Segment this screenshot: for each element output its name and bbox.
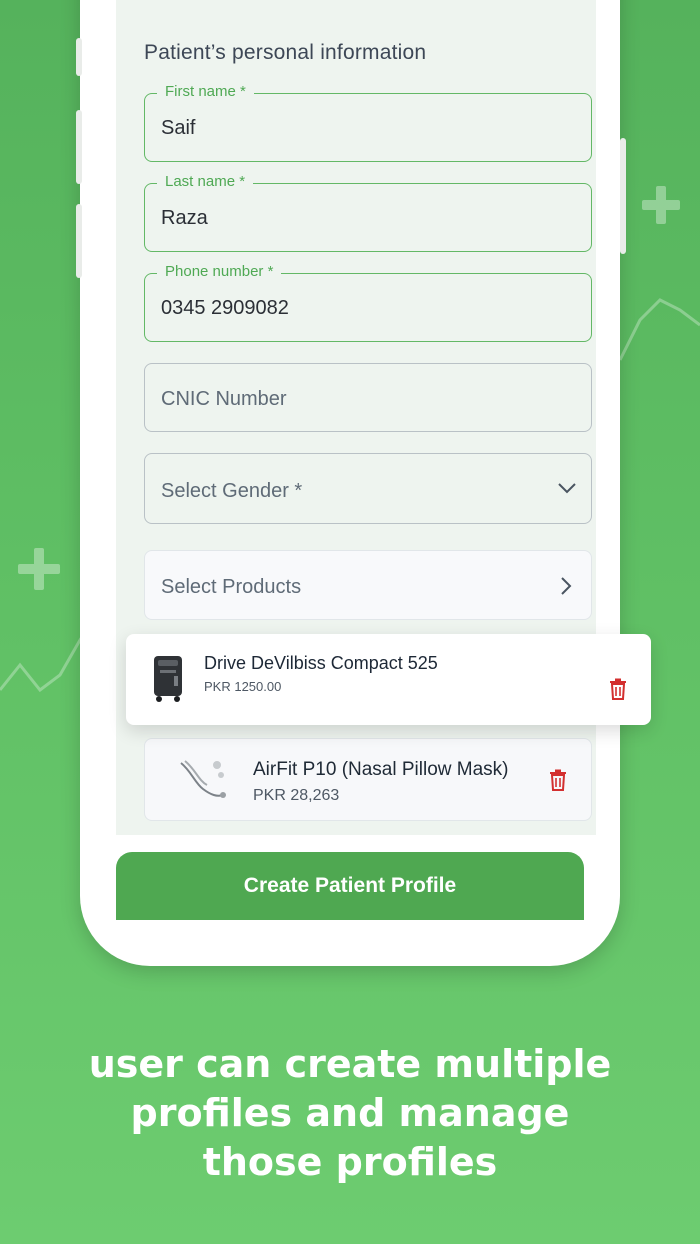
phone-number-label: Phone number * <box>157 263 282 280</box>
nasal-mask-image <box>180 760 226 798</box>
phone-side-button <box>76 204 82 278</box>
cnic-placeholder: CNIC Number <box>161 388 287 410</box>
oxygen-concentrator-image <box>154 656 182 702</box>
product-name: Drive DeVilbiss Compact 525 <box>204 653 438 673</box>
product-card: AirFit P10 (Nasal Pillow Mask) PKR 28,26… <box>144 738 592 821</box>
last-name-label: Last name * <box>157 173 254 190</box>
caption-line: those profiles <box>202 1140 498 1184</box>
caption-line: user can create multiple <box>88 1042 612 1086</box>
section-title: Patient’s personal information <box>144 41 427 64</box>
phone-side-button <box>76 110 82 184</box>
select-products-button[interactable]: Select Products <box>144 550 592 620</box>
product-card-highlighted: Drive DeVilbiss Compact 525 PKR 1250.00 <box>126 634 651 725</box>
cnic-number-field[interactable]: CNIC Number <box>144 363 592 432</box>
caption-line: profiles and manage <box>130 1091 570 1135</box>
phone-screen: Patient’s personal information First nam… <box>98 0 604 934</box>
first-name-field[interactable]: First name * Saif <box>144 83 592 162</box>
phone-number-field[interactable]: Phone number * 0345 2909082 <box>144 263 592 342</box>
phone-number-value: 0345 2909082 <box>161 297 289 319</box>
phone-side-button <box>620 138 626 254</box>
trash-icon[interactable] <box>609 678 627 700</box>
first-name-label: First name * <box>157 83 254 100</box>
plus-icon <box>18 548 60 590</box>
chevron-down-icon <box>558 483 576 494</box>
phone-side-button <box>76 38 82 76</box>
last-name-field[interactable]: Last name * Raza <box>144 173 592 252</box>
create-patient-profile-button[interactable]: Create Patient Profile <box>116 852 584 920</box>
trash-icon[interactable] <box>549 769 567 791</box>
product-price: PKR 28,263 <box>253 787 340 804</box>
gender-placeholder: Select Gender * <box>161 480 303 502</box>
heartbeat-line <box>618 298 700 361</box>
product-price: PKR 1250.00 <box>204 679 282 694</box>
gender-select[interactable]: Select Gender * <box>144 453 592 524</box>
promo-caption: user can create multiple profiles and ma… <box>0 1040 700 1187</box>
product-name: AirFit P10 (Nasal Pillow Mask) <box>253 759 509 780</box>
first-name-value: Saif <box>161 117 196 139</box>
last-name-value: Raza <box>161 207 208 229</box>
chevron-right-icon <box>561 577 572 595</box>
plus-icon <box>642 186 680 224</box>
products-placeholder: Select Products <box>161 576 302 598</box>
